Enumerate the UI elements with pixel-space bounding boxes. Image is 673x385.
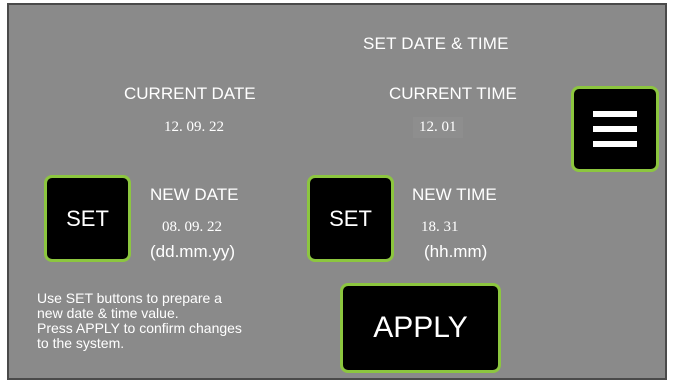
new-time-format: (hh.mm) — [424, 242, 488, 261]
new-date-value: 08. 09. 22 — [162, 219, 222, 235]
help-text: Use SET buttons to prepare a new date & … — [37, 290, 242, 351]
new-time-label: NEW TIME — [412, 185, 497, 204]
new-time-value: 18. 31 — [421, 219, 459, 235]
page-title: SET DATE & TIME — [363, 34, 509, 53]
set-time-button[interactable]: SET — [307, 175, 394, 262]
menu-icon — [593, 111, 637, 147]
current-time-label: CURRENT TIME — [389, 84, 517, 103]
current-time-value: 12. 01 — [413, 117, 463, 138]
date-time-screen: SET DATE & TIME CURRENT DATE 12. 09. 22 … — [7, 3, 667, 380]
menu-button[interactable] — [571, 86, 659, 172]
current-date-value: 12. 09. 22 — [164, 119, 224, 135]
current-date-label: CURRENT DATE — [124, 84, 256, 103]
new-date-format: (dd.mm.yy) — [150, 242, 235, 261]
apply-button[interactable]: APPLY — [340, 283, 501, 373]
new-date-label: NEW DATE — [150, 185, 239, 204]
set-date-button[interactable]: SET — [44, 175, 131, 262]
